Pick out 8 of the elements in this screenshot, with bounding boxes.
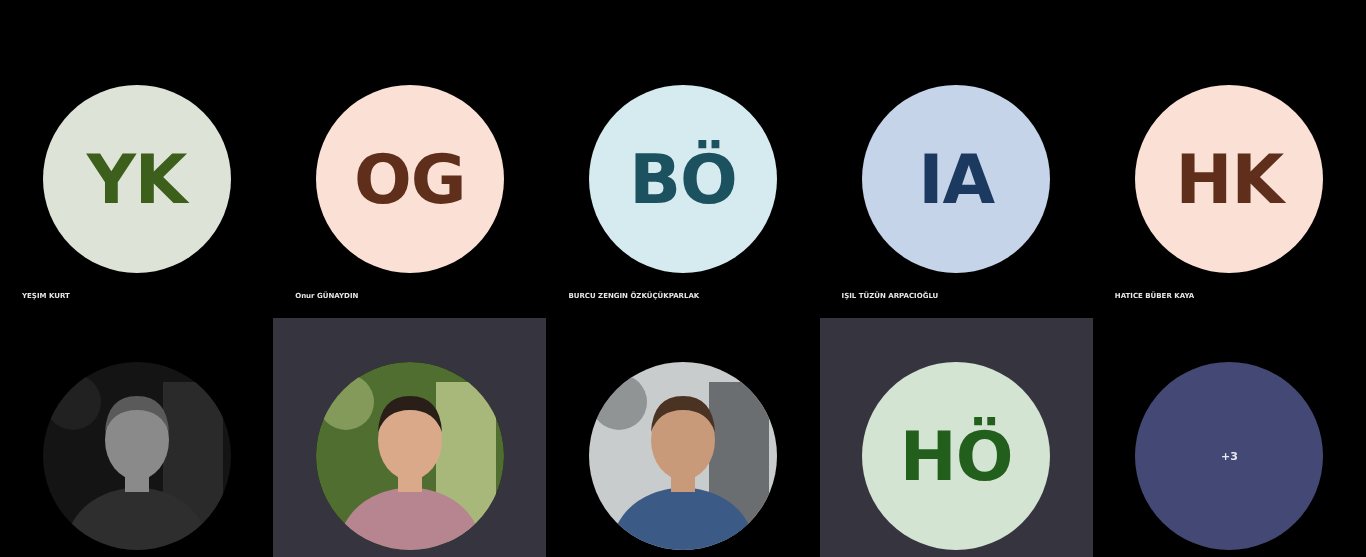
initials: HK — [1175, 139, 1284, 219]
initials: IA — [918, 139, 995, 219]
initials: HÖ — [899, 416, 1013, 496]
initials: BÖ — [629, 139, 737, 219]
participant-count: +3 — [1220, 449, 1238, 463]
more-participants-button[interactable]: +3 — [1135, 362, 1324, 550]
initials: OG — [353, 139, 466, 219]
initials: YK — [86, 139, 187, 219]
